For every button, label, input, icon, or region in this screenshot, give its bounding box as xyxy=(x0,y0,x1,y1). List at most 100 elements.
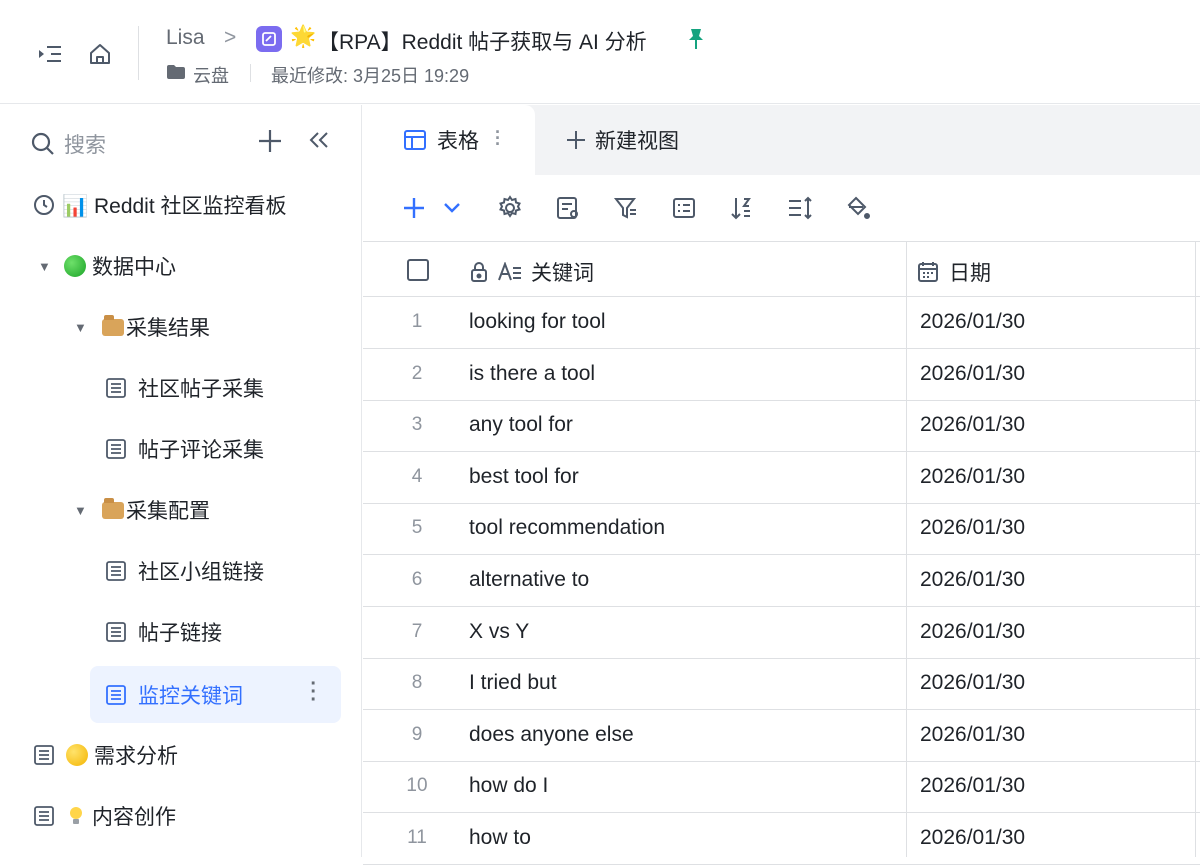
date-cell[interactable]: 2026/01/30 xyxy=(920,465,1025,489)
column-header-keyword[interactable]: 关键词 xyxy=(469,257,594,287)
pin-icon[interactable] xyxy=(685,27,707,56)
sidebar-item-monitor-keywords[interactable]: 监控关键词 · · · xyxy=(90,666,341,723)
date-cell[interactable]: 2026/01/30 xyxy=(920,723,1025,747)
table-row[interactable]: 5 tool recommendation 2026/01/30 xyxy=(363,503,1200,556)
table-row[interactable]: 11 how to 2026/01/30 xyxy=(363,813,1200,865)
sidebar-item-content-creation[interactable]: 内容创作 xyxy=(18,788,342,844)
keyword-cell[interactable]: any tool for xyxy=(469,413,573,437)
date-cell[interactable]: 2026/01/30 xyxy=(920,568,1025,592)
sidebar-item-data-center[interactable]: ▼ 数据中心 xyxy=(18,238,342,294)
tab-label: 表格 xyxy=(437,130,479,153)
sidebar-item-demand-analysis[interactable]: 需求分析 xyxy=(18,727,342,783)
green-circle-icon xyxy=(64,255,86,277)
table-icon xyxy=(106,561,126,581)
tab-table-view[interactable]: 表格 · · · xyxy=(363,105,535,175)
column-header-date[interactable]: 日期 xyxy=(917,257,991,287)
sidebar-item-group-links[interactable]: 社区小组链接 xyxy=(18,543,342,599)
date-cell[interactable]: 2026/01/30 xyxy=(920,362,1025,386)
add-page-button[interactable] xyxy=(256,127,284,160)
row-number: 1 xyxy=(411,311,423,332)
table-row[interactable]: 3 any tool for 2026/01/30 xyxy=(363,400,1200,453)
sidebar-item-post-links[interactable]: 帖子链接 xyxy=(18,604,342,660)
date-cell[interactable]: 2026/01/30 xyxy=(920,671,1025,695)
fill-color-icon[interactable] xyxy=(843,193,873,223)
table-row[interactable]: 8 I tried but 2026/01/30 xyxy=(363,658,1200,711)
table-icon xyxy=(106,439,126,459)
date-cell[interactable]: 2026/01/30 xyxy=(920,516,1025,540)
add-record-button[interactable] xyxy=(399,193,429,223)
date-cell[interactable]: 2026/01/30 xyxy=(920,413,1025,437)
table-icon xyxy=(34,745,54,765)
chevron-down-icon[interactable] xyxy=(437,193,467,223)
group-icon[interactable] xyxy=(669,193,699,223)
field-config-icon[interactable] xyxy=(553,193,583,223)
tab-menu-icon[interactable]: · · · xyxy=(495,123,501,153)
grid-table-icon xyxy=(404,130,426,150)
date-cell[interactable]: 2026/01/30 xyxy=(920,620,1025,644)
main-area: 表格 · · · 新建视图 关键词 日期 1 looking for tool … xyxy=(363,105,1200,865)
keyword-cell[interactable]: looking for tool xyxy=(469,310,606,334)
table-row[interactable]: 7 X vs Y 2026/01/30 xyxy=(363,607,1200,659)
keyword-cell[interactable]: how to xyxy=(469,826,531,850)
new-view-button[interactable]: 新建视图 xyxy=(565,125,679,155)
column-divider xyxy=(906,241,907,857)
lock-icon xyxy=(471,262,487,282)
collapse-sidebar-icon[interactable] xyxy=(308,129,330,157)
caret-down-icon[interactable]: ▼ xyxy=(74,320,87,335)
text-field-icon xyxy=(498,262,521,281)
table-icon xyxy=(106,622,126,642)
keyword-cell[interactable]: X vs Y xyxy=(469,620,529,644)
sort-icon[interactable] xyxy=(727,193,757,223)
keyword-cell[interactable]: how do I xyxy=(469,774,548,798)
keyword-cell[interactable]: I tried but xyxy=(469,671,557,695)
folder-icon xyxy=(166,64,186,85)
breadcrumb-user[interactable]: Lisa xyxy=(166,26,205,50)
row-number: 7 xyxy=(411,620,423,642)
date-cell[interactable]: 2026/01/30 xyxy=(920,774,1025,798)
table-row[interactable]: 1 looking for tool 2026/01/30 xyxy=(363,297,1200,349)
row-height-icon[interactable] xyxy=(785,193,815,223)
breadcrumb-separator: > xyxy=(224,26,237,49)
sidebar-item-post-comments[interactable]: 帖子评论采集 xyxy=(18,421,342,477)
filter-icon[interactable] xyxy=(611,193,641,223)
sidebar-item-collect-results[interactable]: ▼ 采集结果 xyxy=(18,299,342,355)
header-divider xyxy=(138,26,139,80)
keyword-cell[interactable]: alternative to xyxy=(469,568,589,592)
grid-header: 关键词 日期 xyxy=(363,241,1200,297)
search-icon xyxy=(31,132,54,155)
table-row[interactable]: 10 how do I 2026/01/30 xyxy=(363,761,1200,814)
sidebar-item-label: 社区帖子采集 xyxy=(138,378,264,401)
table-icon xyxy=(34,806,54,826)
sidebar: 搜索 📊 Reddit 社区监控看板 ▼ 数据中心 ▼ 采集结果 社区帖子采集 … xyxy=(0,105,362,857)
doc-title[interactable]: 【RPA】Reddit 帖子获取与 AI 分析 xyxy=(318,26,647,56)
sidebar-item-collect-config[interactable]: ▼ 采集配置 xyxy=(18,482,342,538)
table-row[interactable]: 6 alternative to 2026/01/30 xyxy=(363,555,1200,607)
sidebar-item-label: 需求分析 xyxy=(94,745,178,768)
date-cell[interactable]: 2026/01/30 xyxy=(920,826,1025,850)
location-label[interactable]: 云盘 xyxy=(193,62,229,88)
table-toolbar xyxy=(363,175,1200,241)
row-number: 9 xyxy=(411,723,423,745)
sidebar-item-label: 社区小组链接 xyxy=(138,561,264,584)
keyword-cell[interactable]: tool recommendation xyxy=(469,516,665,540)
date-cell[interactable]: 2026/01/30 xyxy=(920,310,1025,334)
home-icon[interactable] xyxy=(84,38,116,70)
caret-down-icon[interactable]: ▼ xyxy=(74,503,87,518)
table-row[interactable]: 4 best tool for 2026/01/30 xyxy=(363,452,1200,504)
keyword-cell[interactable]: does anyone else xyxy=(469,723,634,747)
table-row[interactable]: 2 is there a tool 2026/01/30 xyxy=(363,349,1200,401)
sidebar-item-dashboard[interactable]: 📊 Reddit 社区监控看板 xyxy=(18,177,342,233)
sidebar-toggle-icon[interactable] xyxy=(34,38,66,70)
row-number: 4 xyxy=(411,465,423,487)
sidebar-item-community-posts[interactable]: 社区帖子采集 xyxy=(18,360,342,416)
more-options-icon[interactable]: · · · xyxy=(310,674,317,710)
sidebar-item-label: 帖子链接 xyxy=(138,622,222,645)
settings-icon[interactable] xyxy=(495,193,525,223)
table-row[interactable]: 9 does anyone else 2026/01/30 xyxy=(363,710,1200,762)
select-all-checkbox[interactable] xyxy=(407,259,429,281)
sidebar-search[interactable]: 搜索 xyxy=(30,129,106,159)
keyword-cell[interactable]: best tool for xyxy=(469,465,579,489)
keyword-cell[interactable]: is there a tool xyxy=(469,362,595,386)
caret-down-icon[interactable]: ▼ xyxy=(38,259,51,274)
row-number: 2 xyxy=(411,362,423,384)
